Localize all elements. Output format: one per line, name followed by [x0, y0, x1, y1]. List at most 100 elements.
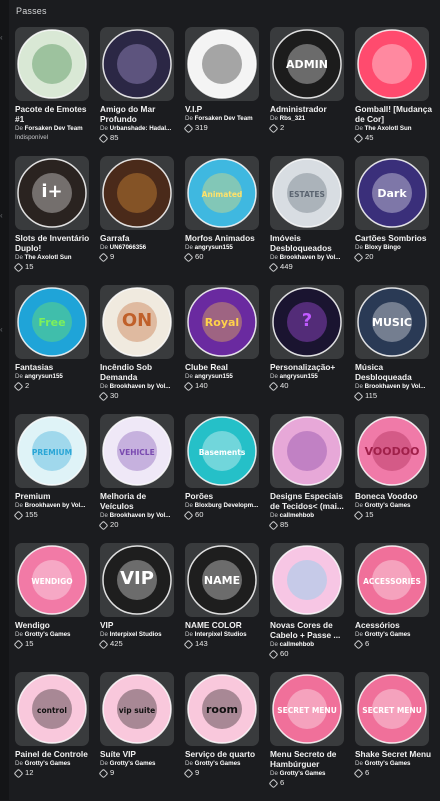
pass-thumbnail[interactable]: VIP — [100, 543, 174, 617]
pass-card[interactable]: Gomball! [Mudança de Cor] De The Axolotl … — [353, 27, 434, 156]
pass-card[interactable]: Basements Porões De Bloxburg Developm... 60 — [183, 414, 264, 543]
pass-thumbnail[interactable]: ADMIN — [270, 27, 344, 101]
pass-name[interactable]: Painel de Controle — [15, 749, 93, 759]
pass-thumbnail[interactable]: Royal — [185, 285, 259, 359]
pass-card[interactable]: ACCESSORIES Acessórios De Grotty's Games 6 — [353, 543, 434, 672]
pass-thumbnail[interactable] — [270, 543, 344, 617]
pass-card[interactable]: VEHICLE Melhoria de Veículos De Brookhaven… — [98, 414, 179, 543]
pass-card[interactable]: Animated Morfos Animados De angrysun155 60 — [183, 156, 264, 285]
creator-link[interactable]: The Axolotl Sun — [365, 125, 412, 132]
creator-link[interactable]: Grotty's Games — [280, 770, 326, 777]
creator-link[interactable]: Forsaken Dev Team — [25, 125, 83, 132]
creator-link[interactable]: callmehbob — [280, 641, 314, 648]
pass-thumbnail[interactable]: SECRET MENU — [270, 672, 344, 746]
pass-card[interactable]: ADMIN Administrador De Rbs_321 2 — [268, 27, 349, 156]
pass-name[interactable]: Novas Cores de Cabelo + Passe ... — [270, 620, 348, 640]
creator-link[interactable]: callmehbob — [280, 512, 314, 519]
creator-link[interactable]: Grotty's Games — [25, 760, 71, 767]
pass-thumbnail[interactable]: WENDIGO — [15, 543, 89, 617]
creator-link[interactable]: Grotty's Games — [25, 631, 71, 638]
creator-link[interactable]: Brookhaven by Vol... — [280, 254, 341, 261]
pass-thumbnail[interactable]: Dark — [355, 156, 429, 230]
pass-card[interactable]: control Painel de Controle De Grotty's Gam… — [13, 672, 94, 801]
pass-card[interactable]: WENDIGO Wendigo De Grotty's Games 15 — [13, 543, 94, 672]
creator-link[interactable]: Rbs_321 — [280, 115, 305, 122]
pass-name[interactable]: Shake Secret Menu — [355, 749, 433, 759]
pass-name[interactable]: Imóveis Desbloqueados — [270, 233, 348, 253]
pass-thumbnail[interactable]: SECRET MENU — [355, 672, 429, 746]
pass-thumbnail[interactable] — [185, 27, 259, 101]
creator-link[interactable]: Brookhaven by Vol... — [365, 383, 426, 390]
pass-thumbnail[interactable] — [15, 27, 89, 101]
pass-card[interactable]: Pacote de Emotes #1 De Forsaken Dev Team I… — [15, 27, 94, 156]
creator-link[interactable]: angrysun155 — [195, 244, 233, 251]
pass-card[interactable]: VIP VIP De Interpixel Studios 425 — [98, 543, 179, 672]
pass-name[interactable]: Porões — [185, 491, 263, 501]
pass-thumbnail[interactable]: Basements — [185, 414, 259, 488]
creator-link[interactable]: Grotty's Games — [365, 502, 411, 509]
pass-card[interactable]: MUSIC Música Desbloqueada De Brookhaven by… — [353, 285, 434, 414]
creator-link[interactable]: UN67066356 — [110, 244, 146, 251]
pass-card[interactable]: PREMIUM Premium De Brookhaven by Vol... 155 — [13, 414, 94, 543]
pass-card[interactable]: Dark Cartões Sombrios De Bloxy Bingo 20 — [353, 156, 434, 285]
pass-thumbnail[interactable]: Free — [15, 285, 89, 359]
pass-name[interactable]: Serviço de quarto — [185, 749, 263, 759]
creator-link[interactable]: Grotty's Games — [365, 760, 411, 767]
pass-name[interactable]: V.I.P — [185, 104, 263, 114]
pass-name[interactable]: Incêndio Sob Demanda — [100, 362, 178, 382]
pass-thumbnail[interactable]: control — [15, 672, 89, 746]
creator-link[interactable]: Interpixel Studios — [195, 631, 247, 638]
pass-card[interactable]: ? Personalização+ De angrysun155 40 — [268, 285, 349, 414]
pass-thumbnail[interactable]: PREMIUM — [15, 414, 89, 488]
pass-card[interactable]: SECRET MENU Menu Secreto de Hambúrguer De … — [268, 672, 349, 801]
pass-thumbnail[interactable]: i+ — [15, 156, 89, 230]
pass-name[interactable]: Pacote de Emotes #1 — [15, 104, 93, 124]
pass-name[interactable]: Premium — [15, 491, 93, 501]
creator-link[interactable]: Brookhaven by Vol... — [25, 502, 86, 509]
pass-name[interactable]: Amigo do Mar Profundo — [100, 104, 178, 124]
chevron-left-icon[interactable]: ‹ — [0, 34, 7, 42]
pass-thumbnail[interactable]: ? — [270, 285, 344, 359]
creator-link[interactable]: Grotty's Games — [110, 760, 156, 767]
pass-name[interactable]: Boneca Voodoo — [355, 491, 433, 501]
pass-card[interactable]: VOODOO Boneca Voodoo De Grotty's Games 15 — [353, 414, 434, 543]
pass-name[interactable]: Clube Real — [185, 362, 263, 372]
pass-card[interactable]: ON Incêndio Sob Demanda De Brookhaven by V… — [98, 285, 179, 414]
pass-name[interactable]: VIP — [100, 620, 178, 630]
chevron-left-icon[interactable]: ‹ — [0, 212, 7, 220]
pass-name[interactable]: Cartões Sombrios — [355, 233, 433, 243]
pass-card[interactable]: V.I.P De Forsaken Dev Team 319 — [183, 27, 264, 156]
pass-thumbnail[interactable]: Animated — [185, 156, 259, 230]
pass-name[interactable]: Garrafa — [100, 233, 178, 243]
pass-card[interactable]: NAME NAME COLOR De Interpixel Studios 143 — [183, 543, 264, 672]
creator-link[interactable]: Bloxy Bingo — [365, 244, 401, 251]
creator-link[interactable]: The Axolotl Sun — [25, 254, 72, 261]
pass-card[interactable]: vip suite Suíte VIP De Grotty's Games 9 — [98, 672, 179, 801]
pass-name[interactable]: Melhoria de Veículos — [100, 491, 178, 511]
pass-thumbnail[interactable]: room — [185, 672, 259, 746]
pass-thumbnail[interactable] — [355, 27, 429, 101]
pass-card[interactable]: Amigo do Mar Profundo De Urbanshade: Hada… — [98, 27, 179, 156]
pass-name[interactable]: Slots de Inventário Duplo! — [15, 233, 93, 253]
pass-name[interactable]: Personalização+ — [270, 362, 348, 372]
pass-name[interactable]: Suíte VIP — [100, 749, 178, 759]
creator-link[interactable]: Urbanshade: Hadal... — [110, 125, 172, 132]
pass-name[interactable]: Música Desbloqueada — [355, 362, 433, 382]
pass-thumbnail[interactable]: vip suite — [100, 672, 174, 746]
pass-card[interactable]: room Serviço de quarto De Grotty's Games 9 — [183, 672, 264, 801]
creator-link[interactable]: Bloxburg Developm... — [195, 502, 259, 509]
creator-link[interactable]: Forsaken Dev Team — [195, 115, 253, 122]
creator-link[interactable]: Brookhaven by Vol... — [110, 512, 171, 519]
pass-name[interactable]: NAME COLOR — [185, 620, 263, 630]
pass-card[interactable]: Novas Cores de Cabelo + Passe ... De call… — [268, 543, 349, 672]
pass-card[interactable]: Free Fantasias De angrysun155 2 — [13, 285, 94, 414]
pass-card[interactable]: Designs Especiais de Tecidos< (mai... De … — [268, 414, 349, 543]
creator-link[interactable]: angrysun155 — [25, 373, 63, 380]
creator-link[interactable]: Brookhaven by Vol... — [110, 383, 171, 390]
creator-link[interactable]: Grotty's Games — [365, 631, 411, 638]
pass-thumbnail[interactable] — [100, 27, 174, 101]
pass-thumbnail[interactable]: VEHICLE — [100, 414, 174, 488]
pass-card[interactable]: Royal Clube Real De angrysun155 140 — [183, 285, 264, 414]
pass-thumbnail[interactable]: VOODOO — [355, 414, 429, 488]
pass-thumbnail[interactable] — [270, 414, 344, 488]
